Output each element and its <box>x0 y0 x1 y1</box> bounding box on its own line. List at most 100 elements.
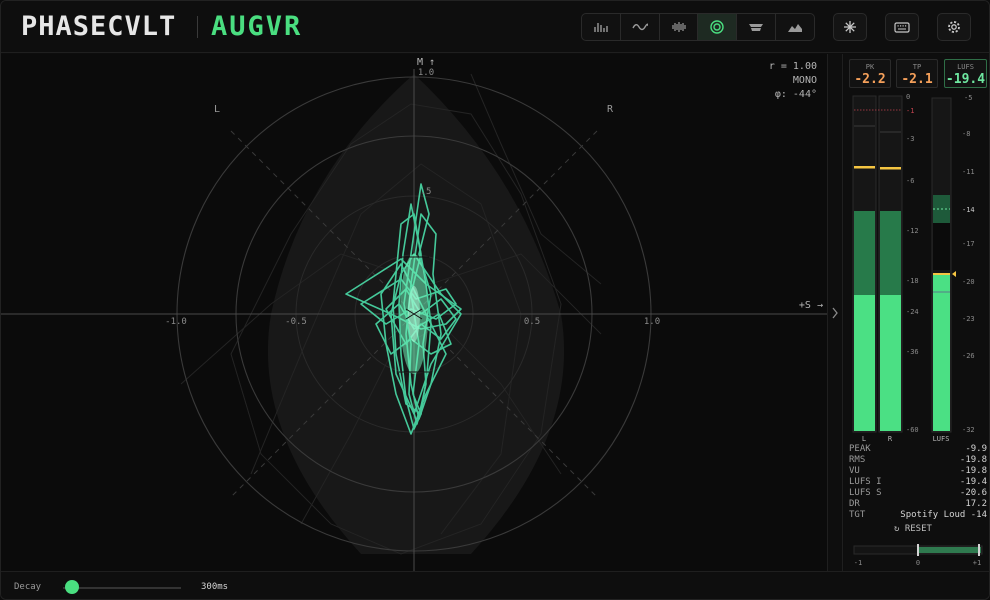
effects-button[interactable] <box>833 13 867 41</box>
lufs-meter-label: LUFS <box>933 435 950 443</box>
peak-box-value: -2.2 <box>854 72 886 87</box>
waveform-icon <box>632 23 648 31</box>
true-peak-box: TP -2.1 <box>896 59 938 88</box>
db-scale-label: -24 <box>906 308 919 316</box>
lufs-box: LUFS -19.4 <box>944 59 987 88</box>
app-window: PHASECVLT AUGVR M ↑ 1.0 +S → L R .5 -1.0… <box>0 0 990 600</box>
keyboard-button[interactable] <box>885 13 919 41</box>
meter-bars: 0 -1 -3 -6 -12 -18 -24 -36 -60 -5 -8 -11… <box>852 93 975 443</box>
true-peak-box-label: TP <box>912 63 922 71</box>
mode-waveform-button[interactable] <box>621 14 660 40</box>
tick-label: 1.0 <box>644 317 660 327</box>
stat-value: -19.8 <box>959 455 987 465</box>
stat-value: 17.2 <box>965 499 987 509</box>
decay-slider-thumb[interactable] <box>65 580 79 594</box>
reset-button[interactable]: ↻ RESET <box>894 524 932 534</box>
stats-list: PEAK -9.9 RMS -19.8 VU -19.8 LUFS I -19.4 LU… <box>849 444 987 521</box>
m-axis-label: M ↑ <box>417 57 435 68</box>
db-scale-label: -18 <box>906 277 919 285</box>
peak-box-label: PK <box>865 63 875 71</box>
mode-spectrum-button[interactable] <box>582 14 621 40</box>
db-scale-label: 0 <box>906 93 910 101</box>
chevron-right-icon <box>832 307 838 318</box>
corr-label: -1 <box>854 559 862 567</box>
db-scale-label: -36 <box>906 348 919 356</box>
right-channel-label: R <box>607 104 614 115</box>
mono-readout: MONO <box>792 75 817 86</box>
corr-label: +1 <box>973 559 981 567</box>
target-value: Spotify Loud -14 <box>900 510 987 520</box>
correlation-meter: -1 0 +1 <box>844 541 989 571</box>
correlation-bar: -1 0 +1 <box>853 544 983 567</box>
lufs-box-value: -19.4 <box>945 72 986 87</box>
footer: Decay 300ms <box>1 571 989 599</box>
db-scale-label: -60 <box>906 426 919 434</box>
decay-slider[interactable] <box>63 587 181 589</box>
stat-value: -19.8 <box>959 466 987 476</box>
left-channel-label: L <box>214 104 220 115</box>
lufs-scale-label: -20 <box>962 278 975 286</box>
mode-goniometer-button[interactable] <box>698 14 738 40</box>
stat-row: VU -19.8 <box>849 466 987 477</box>
db-scale-label: -6 <box>906 177 914 185</box>
goniometer-scope[interactable]: M ↑ 1.0 +S → L R .5 -1.0 -0.5 0.5 1.0 r … <box>1 54 827 571</box>
radius-readout: r = 1.00 <box>768 61 817 72</box>
target-select[interactable]: TGT Spotify Loud -14 <box>849 510 987 521</box>
stat-key: DR <box>849 499 860 509</box>
decay-value: 300ms <box>201 582 229 592</box>
keyboard-icon <box>894 22 910 33</box>
collapse-panel-button[interactable] <box>827 54 843 571</box>
lufs-scale-label: -5 <box>964 94 972 102</box>
decay-label: Decay <box>14 582 42 592</box>
tick-label: -1.0 <box>165 317 187 327</box>
mode-stack-button[interactable] <box>737 14 777 40</box>
level-meters: 0 -1 -3 -6 -12 -18 -24 -36 -60 -5 -8 -11… <box>844 92 989 447</box>
mode-spectrogram-button[interactable] <box>660 14 699 40</box>
lufs-scale-label: -11 <box>962 168 975 176</box>
lufs-scale-label: -17 <box>962 240 975 248</box>
brand-logo: PHASECVLT <box>21 11 177 42</box>
half-ring-label: .5 <box>421 187 432 197</box>
lufs-scale-label: -8 <box>962 130 970 138</box>
stat-row: RMS -19.8 <box>849 455 987 466</box>
right-meter-label: R <box>888 435 893 443</box>
stat-value: -20.6 <box>959 488 987 498</box>
settings-button[interactable] <box>937 13 971 41</box>
stat-row: PEAK -9.9 <box>849 444 987 455</box>
stack-icon <box>749 24 764 31</box>
stat-value: -19.4 <box>959 477 987 487</box>
scope-readout: r = 1.00 MONO φ: -44° <box>769 60 817 102</box>
header: PHASECVLT AUGVR <box>1 1 989 53</box>
db-scale-label: -3 <box>906 135 914 143</box>
stat-row: DR 17.2 <box>849 499 987 510</box>
lufs-scale-label: -26 <box>962 352 975 360</box>
db-scale-label: -12 <box>906 227 919 235</box>
mode-mountain-button[interactable] <box>776 14 814 40</box>
stat-key: RMS <box>849 455 866 465</box>
product-name: AUGVR <box>211 11 303 42</box>
db-scale-label: -1 <box>906 107 914 115</box>
target-icon <box>710 20 725 34</box>
spectrum-bars-icon <box>594 23 608 32</box>
meter-panel: PK -2.2 TP -2.1 LUFS -19.4 0 -1 -3 -6 -1… <box>844 54 989 571</box>
tick-label: 0.5 <box>524 317 540 327</box>
stat-key: VU <box>849 466 860 476</box>
true-peak-box-value: -2.1 <box>901 72 933 87</box>
stat-value: -9.9 <box>965 444 987 454</box>
s-axis-label: +S → <box>799 300 823 311</box>
stat-row: LUFS I -19.4 <box>849 477 987 488</box>
tick-label: -0.5 <box>285 317 307 327</box>
sparkle-icon <box>844 21 856 33</box>
stat-key: TGT <box>849 510 866 520</box>
lufs-box-label: LUFS <box>957 63 974 71</box>
m-axis-value: 1.0 <box>418 68 434 78</box>
stat-key: LUFS S <box>849 488 882 498</box>
scope-canvas: M ↑ 1.0 +S → L R .5 -1.0 -0.5 0.5 1.0 <box>1 57 827 571</box>
spectrogram-icon <box>671 22 686 32</box>
left-meter-label: L <box>862 435 866 443</box>
view-mode-switcher <box>581 13 815 41</box>
lufs-scale-label: -32 <box>962 426 975 434</box>
phase-readout: φ: -44° <box>774 89 817 100</box>
mountain-icon <box>788 24 803 32</box>
corr-label: 0 <box>916 559 920 567</box>
